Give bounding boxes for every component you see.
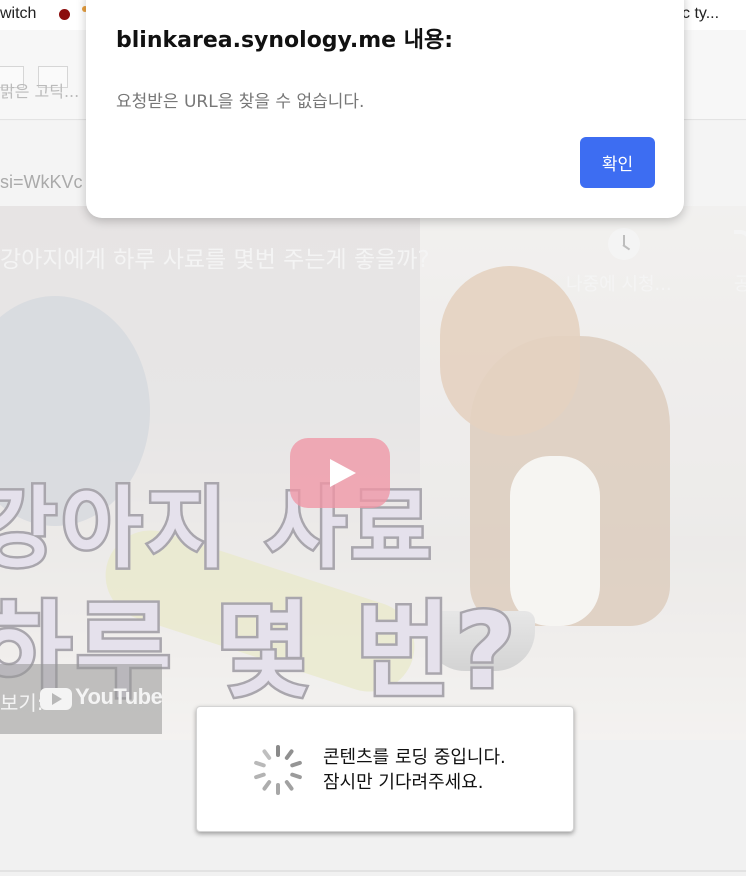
alert-dialog: blinkarea.synology.me 내용: 요청받은 URL을 찾을 수…: [86, 0, 684, 218]
share-icon[interactable]: [734, 230, 746, 252]
divider: [0, 870, 746, 872]
font-select[interactable]: 맑은 고딕...: [0, 78, 79, 102]
loading-line-2: 잠시만 기다려주세요.: [323, 772, 484, 793]
video-player[interactable]: 강아지에게 하루 사료를 몇번 주는게 좋을까? 나중에 시청... 공 강아지…: [0, 206, 746, 740]
share-label[interactable]: 공: [734, 270, 746, 296]
spinner-icon: [253, 745, 303, 795]
youtube-wordmark: YouTube: [75, 684, 163, 709]
embed-url-text: si=WkKVc: [0, 172, 83, 192]
loading-line-1: 콘텐츠를 로딩 중입니다.: [323, 747, 506, 768]
play-button[interactable]: [290, 438, 390, 508]
video-title[interactable]: 강아지에게 하루 사료를 몇번 주는게 좋을까?: [0, 240, 430, 274]
ok-button[interactable]: 확인: [580, 137, 655, 188]
bookmark-item[interactable]: c ty...: [682, 5, 719, 23]
clock-icon[interactable]: [608, 228, 640, 260]
bookmark-item[interactable]: witch: [0, 5, 36, 23]
watch-on-label: 보기:: [0, 691, 44, 715]
dialog-title: blinkarea.synology.me 내용:: [116, 28, 454, 53]
dialog-message: 요청받은 URL을 찾을 수 없습니다.: [116, 92, 365, 112]
watch-later-label[interactable]: 나중에 시청...: [566, 270, 672, 296]
loading-dialog: 콘텐츠를 로딩 중입니다. 잠시만 기다려주세요.: [196, 706, 574, 832]
bookmark-favicon-icon[interactable]: [59, 9, 70, 20]
loading-message: 콘텐츠를 로딩 중입니다. 잠시만 기다려주세요.: [323, 745, 506, 795]
youtube-logo-icon: [40, 688, 72, 710]
